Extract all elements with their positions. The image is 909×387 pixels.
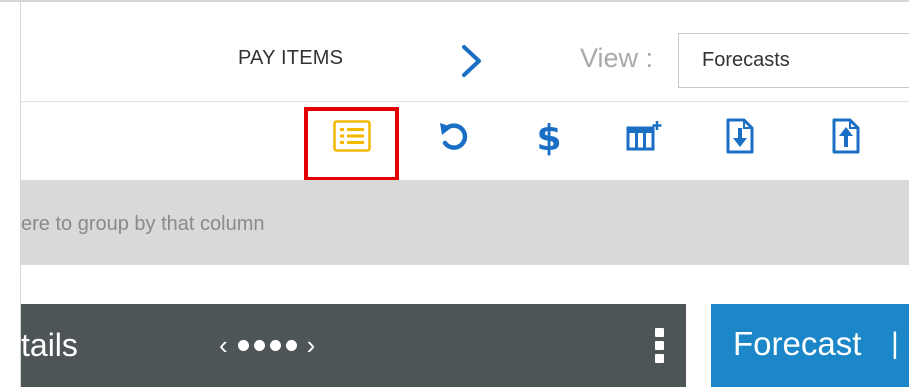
pager-dot[interactable] [285,339,297,351]
currency-button[interactable]: $ [527,114,571,162]
header-divider [20,101,909,102]
frame-top-border [0,0,909,2]
add-column-icon [625,119,663,158]
import-icon [722,118,756,159]
pager-dots [237,339,297,351]
group-by-hint: ere to group by that column [21,213,265,235]
kebab-menu-icon[interactable] [655,328,665,368]
view-select[interactable]: Forecasts [678,33,909,88]
dollar-icon: $ [536,117,562,159]
chevron-right-icon[interactable]: › [307,332,316,358]
pager-dot[interactable] [269,339,281,351]
forecast-separator: | [891,327,899,360]
undo-button[interactable] [432,114,476,162]
list-view-button[interactable] [330,114,374,162]
chevron-left-icon[interactable]: ‹ [219,332,228,358]
view-select-value: Forecasts [702,49,790,71]
carousel-pager: ‹ › [219,332,315,358]
details-panel-title: tails [21,327,78,363]
view-label: View : [580,43,654,73]
add-column-button[interactable] [622,114,666,162]
pager-dot[interactable] [237,339,249,351]
export-icon [828,118,862,159]
list-view-icon [333,119,371,157]
details-panel-header: tails ‹ › [21,304,686,387]
pager-dot[interactable] [253,339,265,351]
forecast-panel-header: Forecast | [711,304,909,387]
import-button[interactable] [717,114,761,162]
chevron-right-icon[interactable] [458,44,486,78]
pay-items-label: PAY ITEMS [238,47,344,69]
undo-icon [437,119,471,158]
group-by-drop-zone[interactable]: ere to group by that column [21,180,909,265]
export-button[interactable] [823,114,867,162]
forecast-panel-title: Forecast [733,325,862,362]
